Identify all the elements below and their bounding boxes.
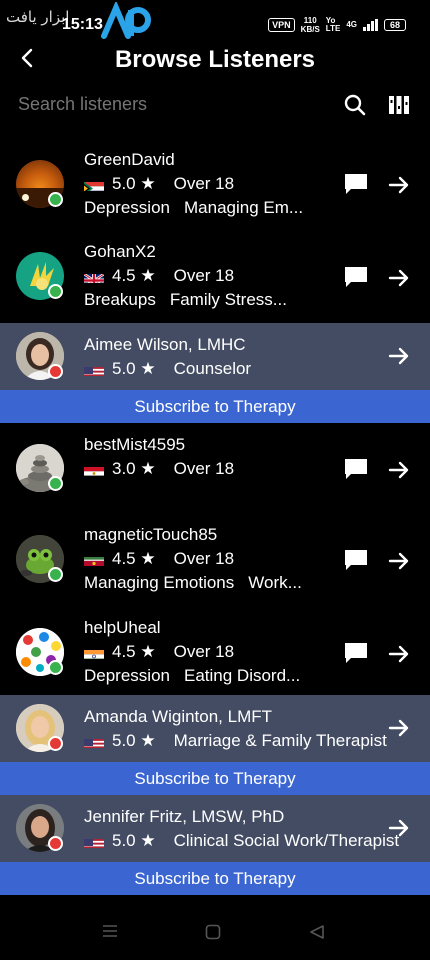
speed-unit: KB/S: [300, 25, 320, 34]
recent-apps-icon[interactable]: [102, 924, 118, 938]
arrow-right-icon[interactable]: [388, 174, 410, 196]
age-label: Over 18: [173, 642, 235, 661]
chat-icon[interactable]: [344, 549, 368, 571]
battery-level: 68: [383, 19, 406, 31]
therapist-row[interactable]: Jennifer Fritz, LMSW, PhD 5.0 ★ Clinical…: [0, 795, 430, 862]
rating: 5.0 ★: [112, 831, 156, 850]
search-bar: [0, 88, 430, 124]
arrow-right-icon[interactable]: [388, 817, 410, 839]
online-status-dot: [48, 476, 63, 491]
volte-indicator: Yo LTE: [326, 17, 341, 33]
topic-tag: Managing Em...: [184, 198, 304, 217]
subscribe-therapy-button[interactable]: Subscribe to Therapy: [0, 762, 430, 795]
listener-row[interactable]: helpUheal 4.5 ★ Over 18 Depression Eating…: [0, 606, 430, 695]
listener-name: bestMist4595: [84, 435, 186, 454]
listener-name: Jennifer Fritz, LMSW, PhD: [84, 807, 285, 826]
suriname-flag-icon: [84, 553, 104, 566]
india-flag-icon: [84, 646, 104, 659]
topic-tag: Work...: [248, 573, 302, 592]
online-status-dot: [48, 192, 63, 207]
volte-bottom: LTE: [325, 24, 341, 33]
chat-icon[interactable]: [344, 266, 368, 288]
credential-label: Clinical Social Work/Therapist: [173, 831, 400, 850]
back-nav-icon[interactable]: [309, 924, 325, 940]
rating: 5.0 ★: [112, 359, 156, 378]
arrow-right-icon[interactable]: [388, 459, 410, 481]
online-status-dot: [48, 660, 63, 675]
age-label: Over 18: [173, 174, 235, 193]
clock: 15:13: [62, 16, 103, 33]
age-label: Over 18: [173, 459, 235, 478]
listener-row[interactable]: magneticTouch85 4.5 ★ Over 18 Managing E…: [0, 513, 430, 606]
rating: 5.0 ★: [112, 174, 156, 193]
listener-row[interactable]: bestMist4595 3.0 ★ Over 18: [0, 423, 430, 513]
offline-status-dot: [48, 736, 63, 751]
chat-icon[interactable]: [344, 458, 368, 480]
rating: 4.5 ★: [112, 549, 156, 568]
arrow-right-icon[interactable]: [388, 345, 410, 367]
listener-name: magneticTouch85: [84, 525, 218, 544]
home-icon[interactable]: [205, 924, 221, 940]
egypt-flag-icon: [84, 463, 104, 476]
us-flag-icon: [84, 735, 104, 748]
search-icon[interactable]: [344, 94, 366, 116]
page-title: Browse Listeners: [114, 46, 316, 73]
listener-name: Aimee Wilson, LMHC: [84, 335, 246, 354]
listener-name: helpUheal: [84, 618, 161, 637]
top-bar: Browse Listeners: [0, 40, 430, 80]
age-label: Over 18: [173, 266, 235, 285]
uk-flag-icon: [84, 270, 104, 283]
listener-name: GreenDavid: [84, 150, 175, 169]
topic-tag: Depression: [84, 198, 170, 217]
filter-icon[interactable]: [388, 95, 410, 115]
us-flag-icon: [84, 835, 104, 848]
chat-icon[interactable]: [344, 173, 368, 195]
listener-row[interactable]: GreenDavid 5.0 ★ Over 18 Depression Manag…: [0, 140, 430, 232]
credential-label: Marriage & Family Therapist: [173, 731, 387, 750]
topic-tag: Family Stress...: [169, 290, 287, 309]
system-nav-bar: [0, 904, 430, 960]
topic-tag: Breakups: [84, 290, 156, 309]
listener-name: GohanX2: [84, 242, 156, 261]
age-label: Over 18: [173, 549, 235, 568]
therapist-row[interactable]: Aimee Wilson, LMHC 5.0 ★ Counselor: [0, 323, 430, 390]
rating: 4.5 ★: [112, 266, 156, 285]
therapist-row[interactable]: Amanda Wiginton, LMFT 5.0 ★ Marriage & F…: [0, 695, 430, 762]
online-status-dot: [48, 567, 63, 582]
signal-bars-icon: [362, 19, 378, 31]
rating: 5.0 ★: [112, 731, 156, 750]
rating: 3.0 ★: [112, 459, 156, 478]
topic-tag: Depression: [84, 666, 170, 685]
topic-tag: Eating Disord...: [184, 666, 301, 685]
chat-icon[interactable]: [344, 642, 368, 664]
offline-status-dot: [48, 364, 63, 379]
listener-list: GreenDavid 5.0 ★ Over 18 Depression Manag…: [0, 140, 430, 895]
topic-tag: Managing Emotions: [84, 573, 235, 592]
online-status-dot: [48, 284, 63, 299]
listener-row[interactable]: GohanX2 4.5 ★ Over 18 Breakups Family Str…: [0, 232, 430, 323]
credential-label: Counselor: [173, 359, 252, 378]
listener-name: Amanda Wiginton, LMFT: [84, 707, 273, 726]
arrow-right-icon[interactable]: [388, 267, 410, 289]
rating: 4.5 ★: [112, 642, 156, 661]
svg-text:ابزار یافت: ابزار یافت: [6, 8, 69, 26]
network-speed: 110 KB/S: [301, 16, 320, 34]
arrow-right-icon[interactable]: [388, 643, 410, 665]
network-type: 4G: [346, 20, 357, 29]
us-flag-icon: [84, 363, 104, 376]
arrow-right-icon[interactable]: [388, 717, 410, 739]
search-input[interactable]: [18, 94, 318, 115]
vpn-badge: VPN: [268, 18, 295, 32]
arrow-right-icon[interactable]: [388, 550, 410, 572]
south-africa-flag-icon: [84, 178, 104, 191]
subscribe-therapy-button[interactable]: Subscribe to Therapy: [0, 862, 430, 895]
speed-value: 110: [303, 16, 317, 25]
subscribe-therapy-button[interactable]: Subscribe to Therapy: [0, 390, 430, 423]
offline-status-dot: [48, 836, 63, 851]
